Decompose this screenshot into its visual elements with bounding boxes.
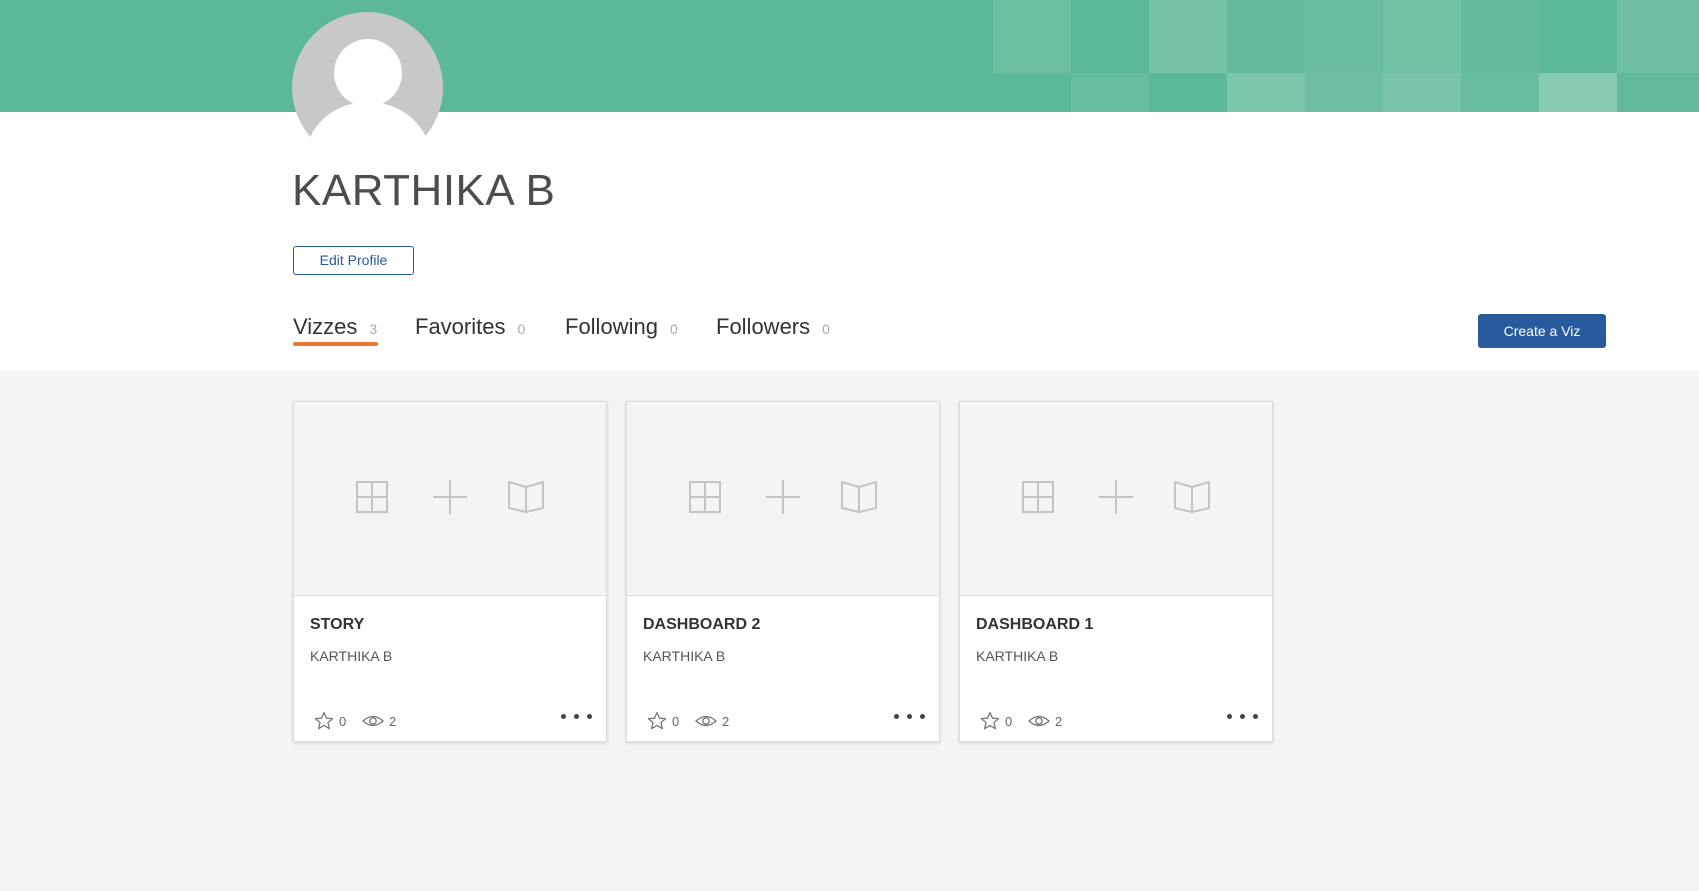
profile-header-panel [0, 112, 1699, 371]
star-icon [647, 711, 667, 730]
favorite-count-value: 0 [1005, 714, 1013, 729]
edit-profile-button[interactable]: Edit Profile [293, 246, 414, 275]
viz-card-dashboard-1: DASHBOARD 1 KARTHIKA B 0 2 [959, 401, 1273, 742]
book-icon [841, 481, 877, 513]
grid-icon [356, 481, 388, 513]
grid-icon [1022, 481, 1054, 513]
profile-banner [0, 0, 1699, 112]
plus-icon [766, 480, 800, 514]
viz-title[interactable]: DASHBOARD 1 [976, 616, 1093, 634]
tab-label: Following [565, 314, 658, 339]
plus-icon [433, 480, 467, 514]
tab-count: 0 [822, 321, 830, 337]
tab-following[interactable]: Following 0 [565, 314, 678, 340]
tab-count: 0 [517, 321, 526, 337]
view-count: 2 [695, 711, 735, 731]
active-tab-indicator [293, 342, 378, 346]
viz-card-dashboard-2: DASHBOARD 2 KARTHIKA B 0 2 [626, 401, 940, 742]
book-icon [508, 481, 544, 513]
grid-icon [689, 481, 721, 513]
viz-thumbnail[interactable] [960, 402, 1272, 596]
plus-icon [1099, 480, 1133, 514]
eye-icon [695, 715, 717, 727]
viz-thumbnail[interactable] [294, 402, 606, 596]
favorite-count[interactable]: 0 [980, 711, 1014, 731]
tab-label: Vizzes [293, 314, 358, 339]
viz-title[interactable]: DASHBOARD 2 [643, 616, 760, 634]
view-count: 2 [362, 711, 402, 731]
star-icon [314, 711, 334, 730]
more-dots-icon[interactable] [1225, 707, 1261, 725]
tab-vizzes[interactable]: Vizzes 3 [293, 314, 377, 340]
eye-icon [362, 715, 384, 727]
tab-count: 3 [369, 321, 378, 337]
view-count-value: 2 [389, 714, 397, 729]
book-icon [1174, 481, 1210, 513]
viz-author[interactable]: KARTHIKA B [310, 648, 392, 664]
tab-followers[interactable]: Followers 0 [716, 314, 830, 340]
profile-name: KARTHIKA B [292, 166, 556, 215]
avatar [292, 12, 443, 163]
eye-icon [1028, 715, 1050, 727]
viz-card-story: STORY KARTHIKA B 0 2 [293, 401, 607, 742]
view-count-value: 2 [722, 714, 730, 729]
tab-count: 0 [669, 321, 678, 337]
avatar-head [334, 39, 402, 107]
avatar-body [306, 102, 430, 163]
view-count: 2 [1028, 711, 1068, 731]
view-count-value: 2 [1055, 714, 1063, 729]
viz-author[interactable]: KARTHIKA B [976, 648, 1058, 664]
viz-thumbnail[interactable] [627, 402, 939, 596]
favorite-count-value: 0 [672, 714, 680, 729]
more-dots-icon[interactable] [559, 707, 595, 725]
tab-favorites[interactable]: Favorites 0 [415, 314, 525, 340]
tab-label: Favorites [415, 314, 506, 339]
create-viz-button[interactable]: Create a Viz [1478, 314, 1606, 348]
more-dots-icon[interactable] [892, 707, 928, 725]
tab-label: Followers [716, 314, 811, 339]
favorite-count-value: 0 [339, 714, 347, 729]
favorite-count[interactable]: 0 [314, 711, 348, 731]
viz-author[interactable]: KARTHIKA B [643, 648, 725, 664]
favorite-count[interactable]: 0 [647, 711, 681, 731]
viz-title[interactable]: STORY [310, 616, 364, 634]
star-icon [980, 711, 1000, 730]
